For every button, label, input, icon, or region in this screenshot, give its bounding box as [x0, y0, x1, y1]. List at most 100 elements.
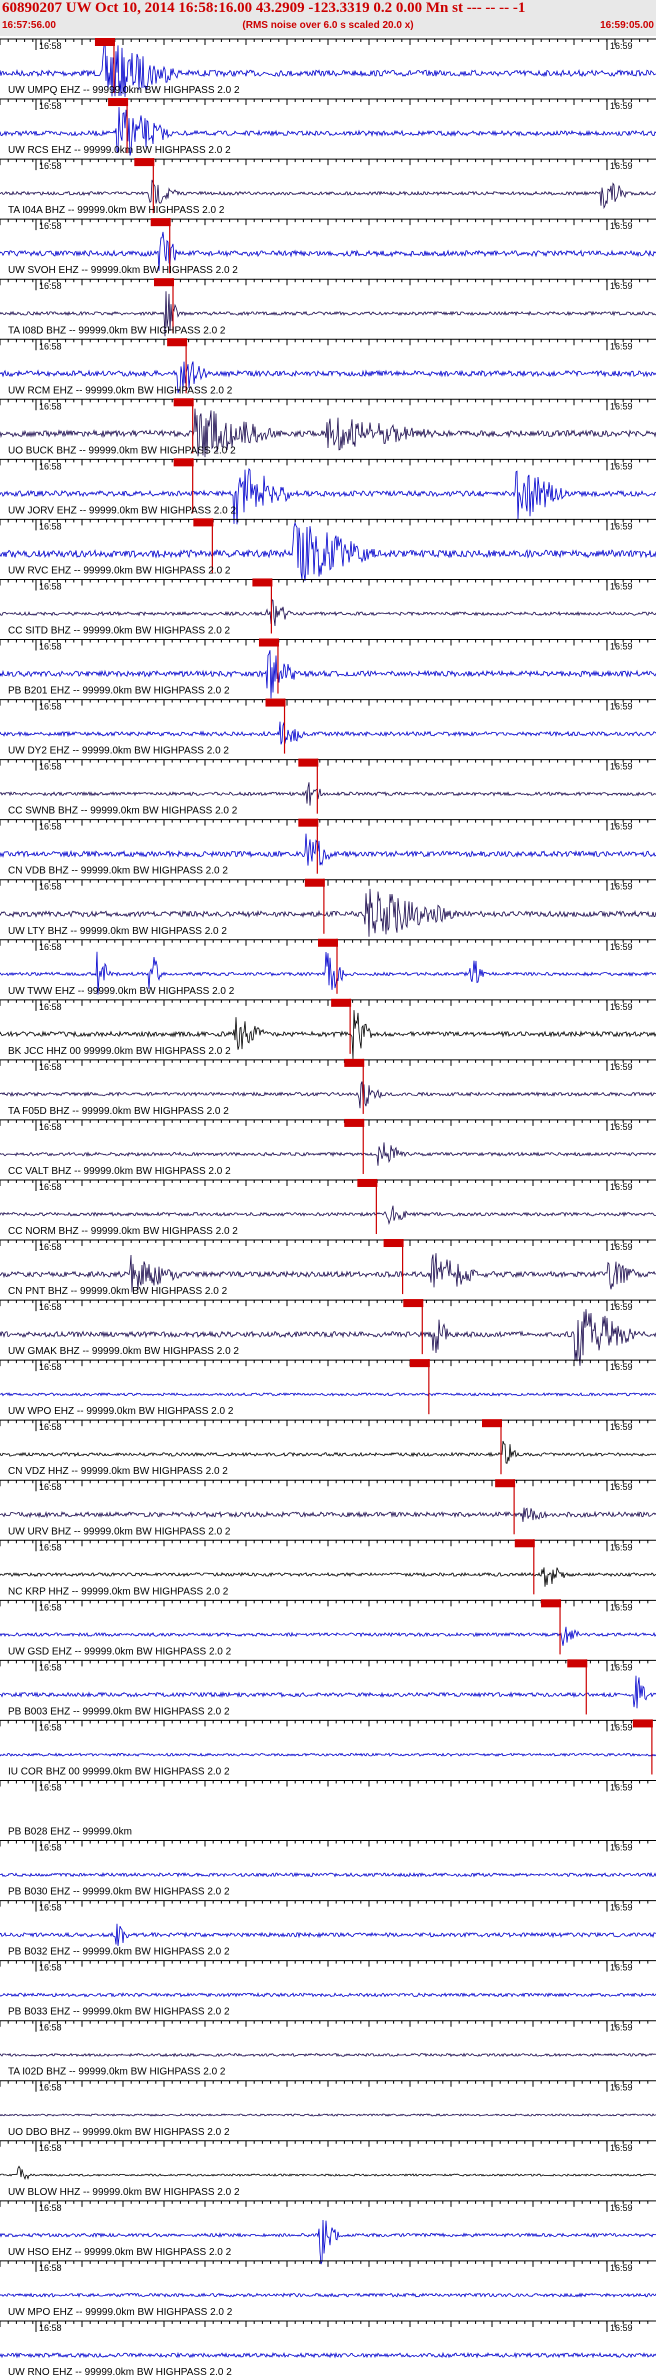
station-label: PB B032 EHZ -- 99999.0km BW HIGHPASS 2.0… — [8, 1947, 230, 1958]
minute-label-right: 16:59 — [610, 1422, 633, 1432]
pick-flag — [514, 1539, 535, 1548]
pick-flag — [357, 1178, 378, 1187]
waveform-trace — [0, 598, 656, 627]
minute-label-left: 16:58 — [39, 822, 62, 832]
minute-label-left: 16:58 — [39, 1422, 62, 1432]
pick-flag — [94, 38, 115, 46]
station-label: UW GMAK BHZ -- 99999.0km BW HIGHPASS 2.0… — [8, 1346, 239, 1357]
minute-label-right: 16:59 — [610, 642, 633, 652]
minute-label-right: 16:59 — [610, 1362, 633, 1372]
pick-flag — [298, 758, 319, 767]
waveform-trace — [0, 721, 656, 745]
station-label: BK JCC HHZ 00 99999.0km BW HIGHPASS 2.0 … — [8, 1046, 231, 1057]
waveform-trace — [0, 1567, 656, 1587]
waveform-trace — [0, 2292, 656, 2298]
station-label: PB B030 EHZ -- 99999.0km BW HIGHPASS 2.0… — [8, 1887, 230, 1898]
station-label: PB B201 EHZ -- 99999.0km BW HIGHPASS 2.0… — [8, 686, 230, 697]
minute-label-right: 16:59 — [610, 2203, 633, 2213]
minute-label-left: 16:58 — [39, 2203, 62, 2213]
station-label: UW HSO EHZ -- 99999.0km BW HIGHPASS 2.0 … — [8, 2247, 232, 2258]
waveform-trace — [0, 1309, 656, 1366]
station-label: CN VDB BHZ -- 99999.0km BW HIGHPASS 2.0 … — [8, 866, 228, 877]
minute-label-left: 16:58 — [39, 521, 62, 531]
minute-label-right: 16:59 — [610, 1542, 633, 1552]
waveform-trace — [0, 1871, 656, 1878]
station-label: UW SVOH EHZ -- 99999.0km BW HIGHPASS 2.0… — [8, 265, 238, 276]
pick-flag — [318, 938, 338, 947]
pick-flag — [331, 998, 352, 1007]
station-label: TA I02D BHZ -- 99999.0km BW HIGHPASS 2.0… — [8, 2067, 226, 2078]
pick-flag — [409, 1359, 430, 1368]
station-label: UW DY2 EHZ -- 99999.0km BW HIGHPASS 2.0 … — [8, 746, 229, 757]
minute-label-left: 16:58 — [39, 401, 62, 411]
waveform-trace — [0, 833, 656, 866]
minute-label-left: 16:58 — [39, 942, 62, 952]
pick-flag — [193, 518, 214, 527]
waveform-trace — [0, 1205, 656, 1226]
minute-label-right: 16:59 — [610, 702, 633, 712]
pick-flag — [541, 1599, 562, 1608]
station-label: UW RVC EHZ -- 99999.0km BW HIGHPASS 2.0 … — [8, 565, 231, 576]
minute-label-left: 16:58 — [39, 1122, 62, 1132]
minute-label-right: 16:59 — [610, 1242, 633, 1252]
minute-label-left: 16:58 — [39, 1002, 62, 1012]
waveform-trace — [0, 1440, 656, 1464]
minute-label-right: 16:59 — [610, 822, 633, 832]
waveform-trace — [0, 1923, 656, 1946]
waveform-trace — [0, 2351, 656, 2359]
station-label: NC KRP HHZ -- 99999.0km BW HIGHPASS 2.0 … — [8, 1586, 229, 1597]
minute-label-right: 16:59 — [610, 2263, 633, 2273]
pick-flag — [134, 158, 155, 167]
minute-label-left: 16:58 — [39, 1302, 62, 1312]
minute-label-right: 16:59 — [610, 461, 633, 471]
minute-label-right: 16:59 — [610, 2323, 633, 2333]
minute-label-right: 16:59 — [610, 221, 633, 231]
minute-label-left: 16:58 — [39, 1062, 62, 1072]
minute-label-right: 16:59 — [610, 1963, 633, 1973]
station-label: UW RNO EHZ -- 99999.0km BW HIGHPASS 2.0 … — [8, 2367, 232, 2378]
minute-label-right: 16:59 — [610, 101, 633, 111]
station-label: UW TWW EHZ -- 99999.0km BW HIGHPASS 2.0 … — [8, 986, 235, 997]
minute-label-left: 16:58 — [39, 101, 62, 111]
minute-label-right: 16:59 — [610, 1782, 633, 1792]
pick-flag — [403, 1299, 424, 1308]
minute-label-left: 16:58 — [39, 581, 62, 591]
waveform-trace — [0, 1081, 656, 1109]
station-label: CN VDZ HHZ -- 99999.0km BW HIGHPASS 2.0 … — [8, 1466, 228, 1477]
station-label: PB B033 EHZ -- 99999.0km BW HIGHPASS 2.0… — [8, 2007, 230, 2018]
station-label: PB B028 EHZ -- 99999.0km — [8, 1827, 132, 1838]
station-label: TA I04A BHZ -- 99999.0km BW HIGHPASS 2.0… — [8, 205, 225, 216]
minute-label-right: 16:59 — [610, 2023, 633, 2033]
minute-label-right: 16:59 — [610, 1903, 633, 1913]
minute-label-left: 16:58 — [39, 882, 62, 892]
waveform-trace — [0, 2052, 656, 2058]
minute-label-left: 16:58 — [39, 2083, 62, 2093]
station-label: UW RCS EHZ -- 99999.0km BW HIGHPASS 2.0 … — [8, 145, 231, 156]
pick-flag — [344, 1058, 365, 1067]
minute-label-right: 16:59 — [610, 521, 633, 531]
pick-flag — [258, 638, 279, 647]
minute-label-right: 16:59 — [610, 762, 633, 772]
minute-label-left: 16:58 — [39, 1903, 62, 1913]
minute-label-left: 16:58 — [39, 161, 62, 171]
station-label: CC VALT BHZ -- 99999.0km BW HIGHPASS 2.0… — [8, 1166, 231, 1177]
waveform-trace — [0, 782, 656, 806]
minute-label-right: 16:59 — [610, 1482, 633, 1492]
event-title: 60890207 UW Oct 10, 2014 16:58:16.00 43.… — [2, 0, 526, 16]
waveform-trace — [0, 2165, 656, 2180]
minute-label-right: 16:59 — [610, 161, 633, 171]
minute-label-right: 16:59 — [610, 1302, 633, 1312]
minute-label-right: 16:59 — [610, 1843, 633, 1853]
pick-flag — [482, 1419, 502, 1428]
pick-flag — [265, 698, 286, 707]
minute-label-left: 16:58 — [39, 41, 62, 51]
minute-label-left: 16:58 — [39, 461, 62, 471]
station-label: TA I08D BHZ -- 99999.0km BW HIGHPASS 2.0… — [8, 325, 226, 336]
minute-label-left: 16:58 — [39, 2263, 62, 2273]
rms-note: (RMS noise over 6.0 s scaled 20.0 x) — [242, 20, 414, 31]
pick-flag — [150, 218, 171, 227]
minute-label-left: 16:58 — [39, 1242, 62, 1252]
waveform-trace — [0, 1675, 656, 1709]
pick-flag — [154, 278, 174, 287]
station-label: UW URV BHZ -- 99999.0km BW HIGHPASS 2.0 … — [8, 1526, 231, 1537]
